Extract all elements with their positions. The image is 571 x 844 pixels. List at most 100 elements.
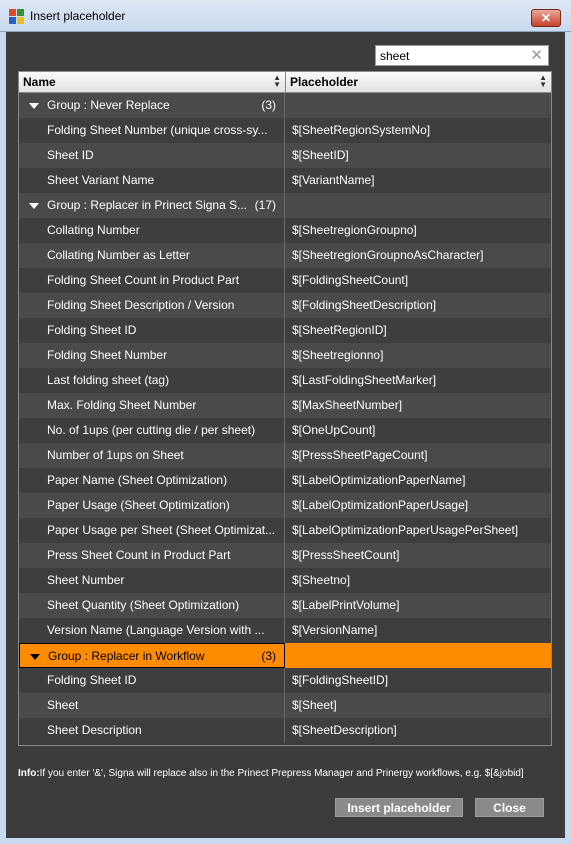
name-cell: Folding Sheet Count in Product Part [19, 268, 285, 293]
name-cell: Max. Folding Sheet Number [19, 393, 285, 418]
insert-placeholder-button[interactable]: Insert placeholder [335, 798, 463, 817]
group-name-cell: Group : Never Replace (3) [19, 93, 285, 118]
table-row[interactable]: No. of 1ups (per cutting die / per sheet… [19, 418, 551, 443]
placeholder-cell: $[FoldingSheetID] [292, 673, 389, 687]
placeholder-cell: $[SheetID] [292, 148, 349, 162]
table-row[interactable]: Number of 1ups on Sheet $[PressSheetPageC… [19, 443, 551, 468]
expand-triangle-icon[interactable] [29, 102, 39, 109]
info-label: Info: [18, 768, 40, 779]
group-row[interactable]: Group : Replacer in Workflow (3) [19, 643, 551, 668]
table-row[interactable]: Sheet $[Sheet] [19, 693, 551, 718]
name-cell: Sheet Number [19, 568, 285, 593]
table-row[interactable]: Folding Sheet Number $[Sheetregionno] [19, 343, 551, 368]
name-label: Folding Sheet Count in Product Part [47, 273, 240, 287]
placeholder-cell: $[MaxSheetNumber] [292, 398, 403, 412]
table-row[interactable]: Collating Number $[SheetregionGroupno] [19, 218, 551, 243]
name-label: Version Name (Language Version with ... [47, 623, 265, 637]
window-close-button[interactable]: ✕ [531, 9, 561, 27]
name-cell: Folding Sheet Number (unique cross-sy... [19, 118, 285, 143]
name-label: Folding Sheet ID [47, 673, 137, 687]
placeholder-cell [286, 93, 551, 118]
name-cell: Sheet ID [19, 143, 285, 168]
placeholder-cell: $[LastFoldingSheetMarker] [292, 373, 437, 387]
name-cell: Version Name (Language Version with ... [19, 618, 285, 643]
table-row[interactable]: Max. Folding Sheet Number $[MaxSheetNumbe… [19, 393, 551, 418]
name-label: Group : Replacer in Prinect Signa S... [47, 198, 248, 212]
table-row[interactable]: Sheet Description $[SheetDescription] [19, 718, 551, 743]
name-label: Last folding sheet (tag) [47, 373, 170, 387]
placeholder-cell: $[FoldingSheetDescription] [292, 298, 437, 312]
sort-icon[interactable]: ▲ ▼ [539, 74, 547, 89]
name-cell: Press Sheet Count in Product Part [19, 543, 285, 568]
name-cell: Sheet Quantity (Sheet Optimization) [19, 593, 285, 618]
placeholder-cell: $[LabelOptimizationPaperName] [292, 473, 466, 487]
name-cell: Sheet Description [19, 718, 285, 743]
placeholder-cell [286, 193, 551, 218]
clear-search-icon[interactable]: ✕ [530, 47, 543, 64]
group-count: (17) [254, 198, 276, 212]
name-cell: Paper Name (Sheet Optimization) [19, 468, 285, 493]
name-label: Paper Name (Sheet Optimization) [47, 473, 228, 487]
table-row[interactable]: Folding Sheet Number (unique cross-sy...… [19, 118, 551, 143]
group-name-cell: Group : Replacer in Workflow (3) [19, 643, 285, 668]
table-row[interactable]: Paper Usage (Sheet Optimization) $[LabelO… [19, 493, 551, 518]
expand-triangle-icon[interactable] [30, 653, 40, 660]
name-cell: Collating Number [19, 218, 285, 243]
placeholder-cell: $[PressSheetPageCount] [292, 448, 428, 462]
expand-triangle-icon[interactable] [29, 202, 39, 209]
name-cell: Last folding sheet (tag) [19, 368, 285, 393]
group-count: (3) [261, 98, 276, 112]
group-count: (3) [261, 649, 276, 663]
placeholder-cell: $[SheetRegionID] [292, 323, 387, 337]
sort-icon[interactable]: ▲ ▼ [273, 74, 281, 89]
group-row[interactable]: Group : Replacer in Prinect Signa S... (1… [19, 193, 551, 218]
table-row[interactable]: Folding Sheet ID $[SheetRegionID] [19, 318, 551, 343]
table-row[interactable]: Folding Sheet ID $[FoldingSheetID] [19, 668, 551, 693]
table-row[interactable]: Last folding sheet (tag) $[LastFoldingShe… [19, 368, 551, 393]
close-button[interactable]: Close [475, 798, 544, 817]
name-cell: Folding Sheet ID [19, 668, 285, 693]
table-row[interactable]: Sheet Number $[Sheetno] [19, 568, 551, 593]
name-cell: No. of 1ups (per cutting die / per sheet… [19, 418, 285, 443]
name-label: Paper Usage (Sheet Optimization) [47, 498, 230, 512]
placeholder-cell: $[PressSheetCount] [292, 548, 400, 562]
info-text: Info:If you enter '&', Signa will replac… [18, 768, 524, 779]
name-label: Number of 1ups on Sheet [47, 448, 184, 462]
table-row[interactable]: Sheet Variant Name $[VariantName] [19, 168, 551, 193]
table-row[interactable]: Folding Sheet Description / Version $[Fol… [19, 293, 551, 318]
name-label: Folding Sheet ID [47, 323, 137, 337]
column-header-placeholder[interactable]: Placeholder ▲ ▼ [286, 72, 551, 92]
column-header-name[interactable]: Name ▲ ▼ [19, 72, 286, 92]
column-header-placeholder-label: Placeholder [290, 75, 359, 89]
name-cell: Paper Usage per Sheet (Sheet Optimizat..… [19, 518, 285, 543]
table-row[interactable]: Sheet Quantity (Sheet Optimization) $[Lab… [19, 593, 551, 618]
placeholder-cell: $[LabelOptimizationPaperUsage] [292, 498, 469, 512]
name-label: Folding Sheet Number [47, 348, 168, 362]
name-label: Sheet Description [47, 723, 142, 737]
window-title: Insert placeholder [30, 9, 126, 23]
name-cell: Number of 1ups on Sheet [19, 443, 285, 468]
placeholder-cell: $[LabelOptimizationPaperUsagePerSheet] [292, 523, 519, 537]
table-header: Name ▲ ▼ Placeholder ▲ ▼ [19, 72, 551, 93]
name-cell: Folding Sheet Number [19, 343, 285, 368]
search-input[interactable]: sheet ✕ [375, 45, 549, 66]
table-row[interactable]: Folding Sheet Count in Product Part $[Fol… [19, 268, 551, 293]
table-row[interactable]: Sheet ID $[SheetID] [19, 143, 551, 168]
name-cell: Sheet [19, 693, 285, 718]
table-body: Group : Never Replace (3) Folding Sheet Nu… [19, 93, 551, 743]
app-icon [9, 9, 24, 24]
table-row[interactable]: Paper Usage per Sheet (Sheet Optimizat..… [19, 518, 551, 543]
table-row[interactable]: Version Name (Language Version with ... $… [19, 618, 551, 643]
name-label: Press Sheet Count in Product Part [47, 548, 231, 562]
table-row[interactable]: Paper Name (Sheet Optimization) $[LabelOp… [19, 468, 551, 493]
placeholder-cell: $[SheetRegionSystemNo] [292, 123, 431, 137]
table-row[interactable]: Press Sheet Count in Product Part $[Press… [19, 543, 551, 568]
name-label: Group : Replacer in Workflow [48, 649, 205, 663]
placeholder-cell: $[VersionName] [292, 623, 378, 637]
name-label: Folding Sheet Description / Version [47, 298, 235, 312]
name-label: Paper Usage per Sheet (Sheet Optimizat..… [47, 523, 276, 537]
group-row[interactable]: Group : Never Replace (3) [19, 93, 551, 118]
name-label: Folding Sheet Number (unique cross-sy... [47, 123, 268, 137]
placeholder-cell: $[SheetregionGroupnoAsCharacter] [292, 248, 484, 262]
table-row[interactable]: Collating Number as Letter $[SheetregionG… [19, 243, 551, 268]
